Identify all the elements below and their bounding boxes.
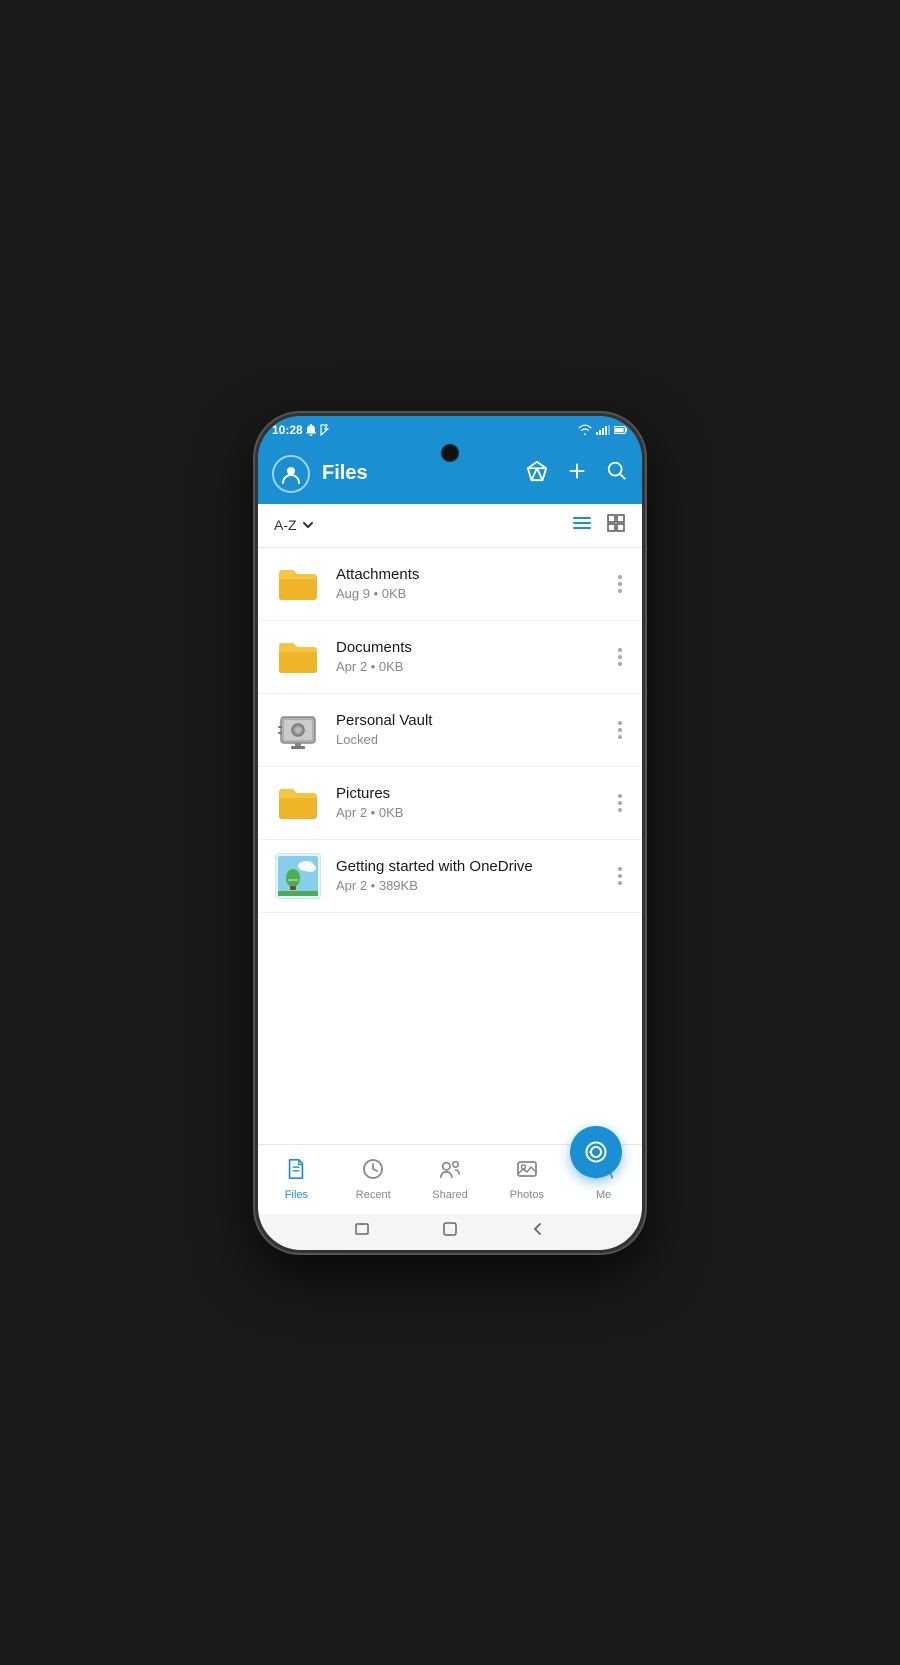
nav-photos[interactable]: Photos bbox=[488, 1150, 565, 1209]
diamond-icon bbox=[526, 460, 548, 482]
photos-icon bbox=[516, 1158, 538, 1180]
home-button[interactable] bbox=[442, 1221, 458, 1242]
file-list: Attachments Aug 9 • 0KB Documents A bbox=[258, 548, 642, 1144]
list-item[interactable]: Pictures Apr 2 • 0KB bbox=[258, 767, 642, 840]
file-info: Getting started with OneDrive Apr 2 • 38… bbox=[336, 858, 614, 893]
battery-icon bbox=[614, 423, 628, 437]
nav-recent[interactable]: Recent bbox=[335, 1150, 412, 1209]
file-meta: Locked bbox=[336, 732, 614, 747]
shared-nav-label: Shared bbox=[432, 1189, 467, 1201]
vault-icon bbox=[274, 706, 322, 754]
status-time: 10:28 bbox=[272, 423, 303, 437]
file-info: Pictures Apr 2 • 0KB bbox=[336, 785, 614, 820]
sort-text: A-Z bbox=[274, 517, 297, 533]
folder-documents-icon bbox=[275, 638, 321, 676]
file-name: Pictures bbox=[336, 785, 614, 802]
recents-icon bbox=[354, 1221, 370, 1237]
chevron-down-icon bbox=[301, 518, 315, 532]
add-button[interactable] bbox=[566, 460, 588, 487]
status-bar: 10:28 bbox=[258, 416, 642, 444]
folder-icon bbox=[274, 779, 322, 827]
me-nav-label: Me bbox=[596, 1189, 611, 1201]
sort-label[interactable]: A-Z bbox=[274, 517, 315, 533]
more-options-button[interactable] bbox=[614, 644, 626, 670]
more-options-button[interactable] bbox=[614, 717, 626, 743]
file-name: Personal Vault bbox=[336, 712, 614, 729]
camera-notch bbox=[441, 444, 459, 462]
file-info: Documents Apr 2 • 0KB bbox=[336, 639, 614, 674]
back-icon bbox=[530, 1221, 546, 1237]
phone-frame: 10:28 Files bbox=[255, 413, 645, 1253]
file-meta: Apr 2 • 0KB bbox=[336, 805, 614, 820]
person-icon bbox=[280, 463, 302, 485]
folder-icon bbox=[274, 633, 322, 681]
search-button[interactable] bbox=[606, 460, 628, 487]
recent-nav-label: Recent bbox=[356, 1189, 391, 1201]
grid-view-button[interactable] bbox=[606, 513, 626, 538]
list-view-icon bbox=[572, 513, 592, 533]
onedrive-thumbnail bbox=[275, 853, 321, 899]
file-name: Documents bbox=[336, 639, 614, 656]
more-options-button[interactable] bbox=[614, 790, 626, 816]
file-info: Personal Vault Locked bbox=[336, 712, 614, 747]
more-options-button[interactable] bbox=[614, 571, 626, 597]
folder-icon bbox=[274, 560, 322, 608]
add-icon bbox=[566, 460, 588, 482]
list-item[interactable]: Attachments Aug 9 • 0KB bbox=[258, 548, 642, 621]
recent-icon bbox=[362, 1158, 384, 1180]
shared-nav-icon bbox=[439, 1158, 461, 1185]
files-nav-icon bbox=[285, 1158, 307, 1185]
phone-screen: 10:28 Files bbox=[258, 416, 642, 1250]
home-circle-icon bbox=[442, 1221, 458, 1237]
recents-button[interactable] bbox=[354, 1221, 370, 1242]
avatar[interactable] bbox=[272, 455, 310, 493]
file-meta: Aug 9 • 0KB bbox=[336, 586, 614, 601]
photos-nav-icon bbox=[516, 1158, 538, 1185]
file-meta: Apr 2 • 0KB bbox=[336, 659, 614, 674]
system-nav bbox=[258, 1214, 642, 1250]
notification-icon bbox=[306, 424, 316, 436]
header-actions bbox=[526, 460, 628, 487]
view-toggle bbox=[572, 513, 626, 538]
files-icon bbox=[285, 1158, 307, 1180]
premium-button[interactable] bbox=[526, 460, 548, 487]
list-item[interactable]: Documents Apr 2 • 0KB bbox=[258, 621, 642, 694]
file-info: Attachments Aug 9 • 0KB bbox=[336, 566, 614, 601]
list-item[interactable]: Getting started with OneDrive Apr 2 • 38… bbox=[258, 840, 642, 913]
personal-vault-icon bbox=[275, 707, 321, 753]
search-icon bbox=[606, 460, 628, 482]
recent-nav-icon bbox=[362, 1158, 384, 1185]
photos-nav-label: Photos bbox=[510, 1189, 544, 1201]
list-view-button[interactable] bbox=[572, 513, 592, 538]
fab-camera-button[interactable] bbox=[570, 1126, 622, 1178]
folder-pictures-icon bbox=[275, 784, 321, 822]
status-icons bbox=[578, 423, 628, 437]
nav-files[interactable]: Files bbox=[258, 1150, 335, 1209]
onedrive-file-preview bbox=[278, 856, 318, 896]
camera-icon bbox=[583, 1139, 609, 1165]
grid-view-icon bbox=[606, 513, 626, 533]
folder-attachments-icon bbox=[275, 565, 321, 603]
list-item[interactable]: Personal Vault Locked bbox=[258, 694, 642, 767]
sort-bar: A-Z bbox=[258, 504, 642, 548]
page-title: Files bbox=[322, 462, 526, 485]
flag-icon bbox=[319, 424, 329, 436]
file-name: Getting started with OneDrive bbox=[336, 858, 614, 875]
shared-icon bbox=[439, 1158, 461, 1180]
file-meta: Apr 2 • 389KB bbox=[336, 878, 614, 893]
nav-shared[interactable]: Shared bbox=[412, 1150, 489, 1209]
files-nav-label: Files bbox=[285, 1189, 308, 1201]
more-options-button[interactable] bbox=[614, 863, 626, 889]
back-button[interactable] bbox=[530, 1221, 546, 1242]
wifi-icon bbox=[578, 423, 592, 437]
file-thumbnail bbox=[274, 852, 322, 900]
file-name: Attachments bbox=[336, 566, 614, 583]
signal-icon bbox=[596, 423, 610, 437]
